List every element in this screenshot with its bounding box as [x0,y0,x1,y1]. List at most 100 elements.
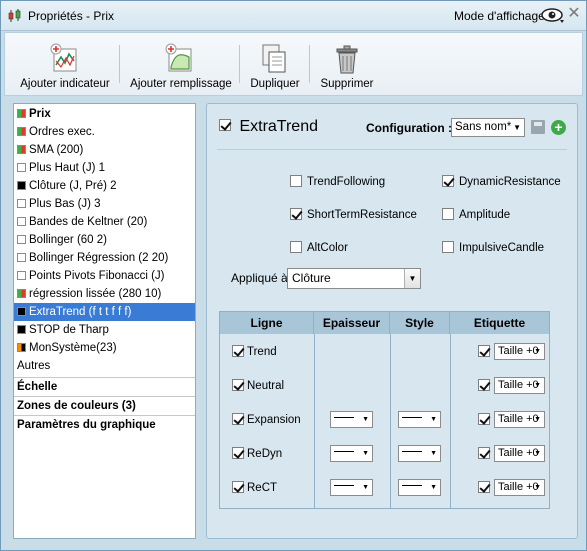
sidebar-item[interactable]: STOP de Tharp [14,321,195,339]
label-checkbox[interactable] [478,345,490,357]
sidebar-item[interactable]: SMA (200) [14,141,195,159]
line-sample-icon [402,485,422,486]
add-fill-button[interactable]: Ajouter remplissage [125,33,237,95]
option-checkbox[interactable] [442,208,454,220]
sidebar-item[interactable]: Ordres exec. [14,123,195,141]
sidebar-item[interactable]: Plus Bas (J) 3 [14,195,195,213]
option-checkbox[interactable] [290,175,302,187]
sidebar-item[interactable]: Prix [14,105,195,123]
label-size-select[interactable]: Taille +0 ▼ [494,479,545,496]
lines-table: Ligne Epaisseur Style Etiquette Trend Tai… [219,311,550,509]
indicator-name: ExtraTrend [239,118,318,135]
option-amplitude[interactable]: Amplitude [442,208,510,221]
color-swatch [17,253,26,262]
chevron-down-icon: ▼ [362,450,369,457]
column-header-etiquette: Etiquette [450,312,549,334]
label-size-select[interactable]: Taille +0 ▼ [494,377,545,394]
label-size-value: Taille +0 [498,345,539,357]
style-select[interactable]: ▼ [398,445,441,462]
chevron-down-icon: ▼ [430,416,437,423]
option-label: DynamicResistance [459,176,561,188]
chevron-down-icon: ▼ [430,450,437,457]
color-swatch [17,271,26,280]
sidebar-item[interactable]: MonSystème(23) [14,339,195,357]
thickness-select[interactable]: ▼ [330,479,373,496]
chevron-down-icon: ▼ [404,269,420,288]
sidebar-item[interactable]: Autres [14,357,195,375]
color-swatch [17,163,26,172]
sidebar-item-label: Points Pivots Fibonacci (J) [29,270,165,282]
sidebar-section[interactable]: Paramètres du graphique [14,415,195,434]
label-checkbox[interactable] [478,481,490,493]
sidebar-item[interactable]: Clôture (J, Pré) 2 [14,177,195,195]
thickness-select[interactable]: ▼ [330,411,373,428]
color-swatch [17,127,26,136]
close-icon[interactable]: ✕ [567,6,581,22]
line-sample-icon [334,451,354,452]
table-row: ReDyn ▼ ▼ Taille +0 ▼ [220,437,549,471]
sidebar-item[interactable]: Bollinger Régression (2 20) [14,249,195,267]
sidebar-item[interactable]: Plus Haut (J) 1 [14,159,195,177]
applied-to-select[interactable]: Clôture ▼ [287,268,421,289]
line-name[interactable]: Trend [232,345,277,358]
line-checkbox[interactable] [232,413,244,425]
line-checkbox[interactable] [232,379,244,391]
label-checkbox[interactable] [478,447,490,459]
display-mode-label[interactable]: Mode d'affichage [454,9,545,23]
option-checkbox[interactable] [442,241,454,253]
option-dynamicresistance[interactable]: DynamicResistance [442,175,561,188]
add-indicator-button[interactable]: Ajouter indicateur [15,33,115,95]
sidebar-item[interactable]: ExtraTrend (f t t f f f) [14,303,195,321]
properties-panel: ExtraTrend Configuration : Sans nom* ▼ +… [206,103,578,539]
toolbar-separator [239,45,240,83]
style-select[interactable]: ▼ [398,411,441,428]
applied-to-value: Clôture [292,271,331,285]
sidebar-item[interactable]: Points Pivots Fibonacci (J) [14,267,195,285]
candlestick-icon [8,9,21,22]
sidebar-item-label: Plus Bas (J) 3 [29,198,101,210]
label-checkbox[interactable] [478,413,490,425]
label-size-select[interactable]: Taille +0 ▼ [494,343,545,360]
label-size-select[interactable]: Taille +0 ▼ [494,411,545,428]
option-altcolor[interactable]: AltColor [290,241,348,254]
duplicate-label: Dupliquer [250,78,300,90]
add-config-icon[interactable]: + [551,120,566,135]
line-name[interactable]: ReCT [232,481,277,494]
sidebar-item[interactable]: régression lissée (280 10) [14,285,195,303]
sidebar-item-label: Bollinger Régression (2 20) [29,252,169,264]
add-fill-label: Ajouter remplissage [130,78,232,90]
line-checkbox[interactable] [232,447,244,459]
option-shorttermresistance[interactable]: ShortTermResistance [290,208,417,221]
line-name[interactable]: Expansion [232,413,301,426]
indicator-enabled-checkbox[interactable] [219,119,231,131]
trash-icon [336,45,358,74]
configuration-select[interactable]: Sans nom* ▼ [451,118,525,137]
label-checkbox[interactable] [478,379,490,391]
option-impulsivecandle[interactable]: ImpulsiveCandle [442,241,544,254]
duplicate-button[interactable]: Dupliquer [245,33,305,95]
option-checkbox[interactable] [290,208,302,220]
line-checkbox[interactable] [232,345,244,357]
eye-icon[interactable] [541,6,565,24]
option-checkbox[interactable] [442,175,454,187]
line-name[interactable]: ReDyn [232,447,282,460]
sidebar-item[interactable]: Bollinger (60 2) [14,231,195,249]
thickness-select[interactable]: ▼ [330,445,373,462]
chevron-down-icon: ▼ [534,382,541,389]
label-size-select[interactable]: Taille +0 ▼ [494,445,545,462]
label-size-value: Taille +0 [498,379,539,391]
delete-button[interactable]: Supprimer [315,33,379,95]
chevron-down-icon: ▼ [534,484,541,491]
style-select[interactable]: ▼ [398,479,441,496]
line-checkbox[interactable] [232,481,244,493]
sidebar-item[interactable]: Bandes de Keltner (20) [14,213,195,231]
option-label: ShortTermResistance [307,209,417,221]
sidebar-section[interactable]: Zones de couleurs (3) [14,396,195,415]
chevron-down-icon: ▼ [513,123,521,132]
indicator-list: Prix Ordres exec. SMA (200) Plus Haut (J) 1… [13,103,196,539]
line-name[interactable]: Neutral [232,379,284,392]
option-checkbox[interactable] [290,241,302,253]
sidebar-section[interactable]: Échelle [14,377,195,396]
option-trendfollowing[interactable]: TrendFollowing [290,175,385,188]
save-icon[interactable] [531,120,545,134]
